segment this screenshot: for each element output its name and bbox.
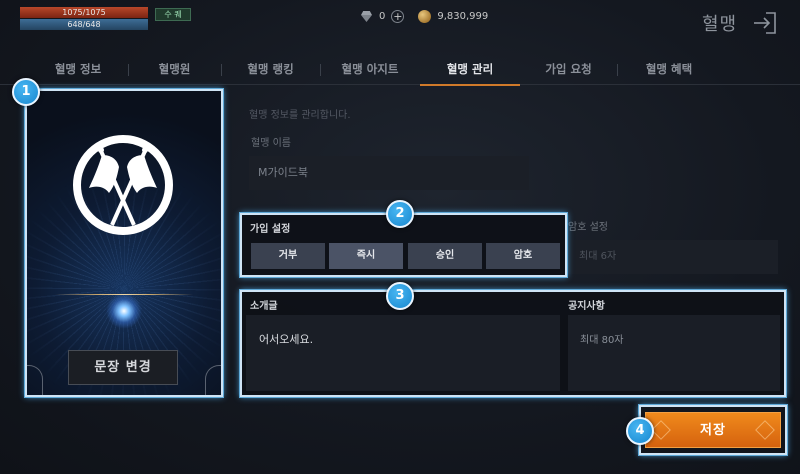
add-diamond-button[interactable]: + xyxy=(391,10,405,23)
panel-corner-right xyxy=(205,365,221,395)
password-input[interactable]: 최대 6자 xyxy=(568,240,778,274)
exit-icon[interactable] xyxy=(752,10,778,36)
tab-clan-members[interactable]: 혈맹원 xyxy=(128,55,221,85)
mp-bar: 648/648 xyxy=(20,19,148,30)
save-button-highlight: 저장 xyxy=(639,405,787,455)
callout-badge-2: 2 xyxy=(386,200,414,228)
clan-name-field[interactable]: M가이드북 xyxy=(249,156,529,190)
intro-label: 소개글 xyxy=(250,301,278,312)
tab-clan-info[interactable]: 혈맹 정보 xyxy=(28,55,128,85)
tab-join-requests[interactable]: 가입 요청 xyxy=(520,55,617,85)
gold-amount: 9,830,999 xyxy=(437,11,489,22)
change-emblem-button[interactable]: 문장 변경 xyxy=(68,350,178,385)
notice-textarea[interactable]: 최대 80자 xyxy=(568,315,780,391)
intro-notice-panel: 소개글 어서오세요. 공지사항 최대 80자 xyxy=(240,290,786,397)
join-option-reject[interactable]: 거부 xyxy=(251,243,325,269)
ornament-left xyxy=(651,420,671,440)
diamond-icon xyxy=(360,11,373,22)
clan-name-label: 혈맹 이름 xyxy=(251,138,291,149)
hp-bar: 1075/1075 xyxy=(20,7,148,18)
password-setting-label: 암호 설정 xyxy=(568,222,608,233)
intro-textarea[interactable]: 어서오세요. xyxy=(246,315,560,391)
status-bars: 1075/1075 648/648 xyxy=(20,7,148,30)
callout-badge-4: 4 xyxy=(626,417,654,445)
diamond-amount: 0 xyxy=(379,11,386,22)
emblem-divider xyxy=(55,294,193,295)
tab-clan-benefits[interactable]: 혈맹 혜택 xyxy=(617,55,721,85)
management-description: 혈맹 정보를 관리합니다. xyxy=(249,110,351,121)
clan-flag-emblem-icon xyxy=(73,135,173,235)
page-title: 혈맹 xyxy=(702,14,738,35)
buff-indicator: 수 퀘 xyxy=(155,8,191,21)
callout-badge-3: 3 xyxy=(386,282,414,310)
emblem-panel: 문장 변경 xyxy=(25,89,223,397)
join-option-password[interactable]: 암호 xyxy=(486,243,560,269)
gold-coin-icon xyxy=(418,10,432,23)
callout-badge-1: 1 xyxy=(12,78,40,106)
join-option-instant[interactable]: 즉시 xyxy=(329,243,403,269)
tab-clan-ranking[interactable]: 혈맹 랭킹 xyxy=(221,55,320,85)
currency-bar: 0 + 9,830,999 xyxy=(360,10,488,23)
join-option-approve[interactable]: 승인 xyxy=(408,243,482,269)
ornament-right xyxy=(755,420,775,440)
tab-clan-management[interactable]: 혈맹 관리 xyxy=(420,55,520,86)
emblem-glow xyxy=(106,293,142,329)
tab-bar: 혈맹 정보 혈맹원 혈맹 랭킹 혈맹 아지트 혈맹 관리 가입 요청 혈맹 혜택 xyxy=(0,55,800,86)
join-setting-label: 가입 설정 xyxy=(250,224,291,235)
tab-clan-hideout[interactable]: 혈맹 아지트 xyxy=(320,55,420,85)
notice-label: 공지사항 xyxy=(568,301,605,312)
save-button-label: 저장 xyxy=(700,423,726,438)
save-button[interactable]: 저장 xyxy=(645,412,781,448)
